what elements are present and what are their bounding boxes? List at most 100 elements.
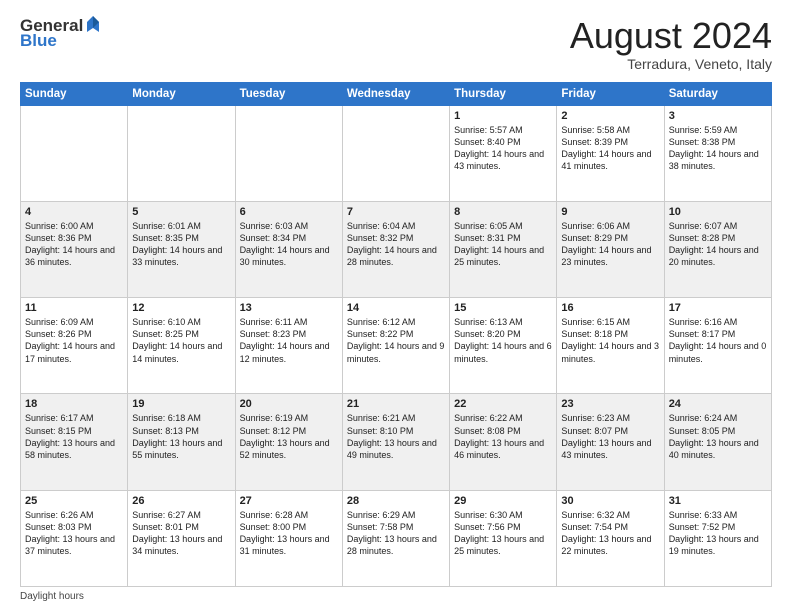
day-number: 25 [25, 495, 123, 507]
page: General Blue August 2024 Terradura, Vene… [0, 0, 792, 612]
day-of-week-header: Friday [557, 82, 664, 105]
logo-icon [85, 14, 101, 34]
day-info: Sunrise: 6:07 AM Sunset: 8:28 PM Dayligh… [669, 220, 767, 269]
calendar-cell: 4 Sunrise: 6:00 AM Sunset: 8:36 PM Daylig… [21, 201, 128, 297]
day-number: 3 [669, 110, 767, 122]
day-number: 10 [669, 206, 767, 218]
calendar-week-row: 4 Sunrise: 6:00 AM Sunset: 8:36 PM Daylig… [21, 201, 772, 297]
calendar-cell: 2Sunrise: 5:58 AM Sunset: 8:39 PM Daylig… [557, 105, 664, 201]
day-number: 1 [454, 110, 552, 122]
calendar-cell: 8Sunrise: 6:05 AM Sunset: 8:31 PM Daylig… [450, 201, 557, 297]
day-info: Sunrise: 6:27 AM Sunset: 8:01 PM Dayligh… [132, 509, 230, 558]
day-info: Sunrise: 6:28 AM Sunset: 8:00 PM Dayligh… [240, 509, 338, 558]
location: Terradura, Veneto, Italy [570, 56, 772, 72]
day-info: Sunrise: 6:19 AM Sunset: 8:12 PM Dayligh… [240, 412, 338, 461]
day-of-week-header: Thursday [450, 82, 557, 105]
day-info: Sunrise: 6:21 AM Sunset: 8:10 PM Dayligh… [347, 412, 445, 461]
day-number: 18 [25, 398, 123, 410]
day-info: Sunrise: 6:26 AM Sunset: 8:03 PM Dayligh… [25, 509, 123, 558]
day-info: Sunrise: 6:23 AM Sunset: 8:07 PM Dayligh… [561, 412, 659, 461]
day-info: Sunrise: 6:01 AM Sunset: 8:35 PM Dayligh… [132, 220, 230, 269]
day-number: 19 [132, 398, 230, 410]
day-number: 9 [561, 206, 659, 218]
day-info: Sunrise: 6:11 AM Sunset: 8:23 PM Dayligh… [240, 316, 338, 365]
daylight-label: Daylight hours [20, 591, 84, 602]
calendar-cell: 20 Sunrise: 6:19 AM Sunset: 8:12 PM Dayli… [235, 394, 342, 490]
day-of-week-header: Wednesday [342, 82, 449, 105]
day-info: Sunrise: 6:10 AM Sunset: 8:25 PM Dayligh… [132, 316, 230, 365]
calendar-cell: 1 Sunrise: 5:57 AM Sunset: 8:40 PM Daylig… [450, 105, 557, 201]
day-number: 8 [454, 206, 552, 218]
calendar-cell: 17 Sunrise: 6:16 AM Sunset: 8:17 PM Dayli… [664, 298, 771, 394]
day-number: 16 [561, 302, 659, 314]
day-info: Sunrise: 5:59 AM Sunset: 8:38 PM Dayligh… [669, 124, 767, 173]
day-info: Sunrise: 6:00 AM Sunset: 8:36 PM Dayligh… [25, 220, 123, 269]
day-number: 4 [25, 206, 123, 218]
calendar-table: SundayMondayTuesdayWednesdayThursdayFrid… [20, 82, 772, 587]
day-info: Sunrise: 6:18 AM Sunset: 8:13 PM Dayligh… [132, 412, 230, 461]
day-number: 24 [669, 398, 767, 410]
day-number: 27 [240, 495, 338, 507]
calendar-cell: 7Sunrise: 6:04 AM Sunset: 8:32 PM Daylig… [342, 201, 449, 297]
day-number: 21 [347, 398, 445, 410]
calendar-week-row: 11 Sunrise: 6:09 AM Sunset: 8:26 PM Dayli… [21, 298, 772, 394]
calendar-cell: 24Sunrise: 6:24 AM Sunset: 8:05 PM Dayli… [664, 394, 771, 490]
calendar-cell: 11 Sunrise: 6:09 AM Sunset: 8:26 PM Dayli… [21, 298, 128, 394]
calendar-cell [21, 105, 128, 201]
day-of-week-header: Monday [128, 82, 235, 105]
calendar-cell: 21 Sunrise: 6:21 AM Sunset: 8:10 PM Dayli… [342, 394, 449, 490]
calendar-cell: 22 Sunrise: 6:22 AM Sunset: 8:08 PM Dayli… [450, 394, 557, 490]
day-number: 20 [240, 398, 338, 410]
day-info: Sunrise: 6:30 AM Sunset: 7:56 PM Dayligh… [454, 509, 552, 558]
calendar-cell: 13 Sunrise: 6:11 AM Sunset: 8:23 PM Dayli… [235, 298, 342, 394]
calendar-cell: 26Sunrise: 6:27 AM Sunset: 8:01 PM Dayli… [128, 490, 235, 586]
day-info: Sunrise: 6:33 AM Sunset: 7:52 PM Dayligh… [669, 509, 767, 558]
day-number: 13 [240, 302, 338, 314]
calendar-cell [235, 105, 342, 201]
day-info: Sunrise: 6:13 AM Sunset: 8:20 PM Dayligh… [454, 316, 552, 365]
footer: Daylight hours [20, 591, 772, 602]
day-number: 11 [25, 302, 123, 314]
day-of-week-header: Tuesday [235, 82, 342, 105]
day-info: Sunrise: 6:16 AM Sunset: 8:17 PM Dayligh… [669, 316, 767, 365]
day-info: Sunrise: 6:12 AM Sunset: 8:22 PM Dayligh… [347, 316, 445, 365]
calendar-cell: 25 Sunrise: 6:26 AM Sunset: 8:03 PM Dayli… [21, 490, 128, 586]
logo: General Blue [20, 16, 101, 49]
day-info: Sunrise: 5:57 AM Sunset: 8:40 PM Dayligh… [454, 124, 552, 173]
header: General Blue August 2024 Terradura, Vene… [20, 16, 772, 72]
calendar-cell [342, 105, 449, 201]
calendar-cell: 12 Sunrise: 6:10 AM Sunset: 8:25 PM Dayli… [128, 298, 235, 394]
day-info: Sunrise: 6:22 AM Sunset: 8:08 PM Dayligh… [454, 412, 552, 461]
day-number: 6 [240, 206, 338, 218]
day-number: 23 [561, 398, 659, 410]
day-number: 14 [347, 302, 445, 314]
day-number: 12 [132, 302, 230, 314]
calendar-cell: 29Sunrise: 6:30 AM Sunset: 7:56 PM Dayli… [450, 490, 557, 586]
calendar-cell: 30 Sunrise: 6:32 AM Sunset: 7:54 PM Dayli… [557, 490, 664, 586]
month-year: August 2024 [570, 16, 772, 56]
calendar-cell: 9 Sunrise: 6:06 AM Sunset: 8:29 PM Daylig… [557, 201, 664, 297]
calendar-week-row: 1 Sunrise: 5:57 AM Sunset: 8:40 PM Daylig… [21, 105, 772, 201]
calendar-cell: 14 Sunrise: 6:12 AM Sunset: 8:22 PM Dayli… [342, 298, 449, 394]
calendar-cell: 19 Sunrise: 6:18 AM Sunset: 8:13 PM Dayli… [128, 394, 235, 490]
day-info: Sunrise: 6:32 AM Sunset: 7:54 PM Dayligh… [561, 509, 659, 558]
header-right: August 2024 Terradura, Veneto, Italy [570, 16, 772, 72]
calendar-week-row: 25 Sunrise: 6:26 AM Sunset: 8:03 PM Dayli… [21, 490, 772, 586]
calendar-cell: 16Sunrise: 6:15 AM Sunset: 8:18 PM Dayli… [557, 298, 664, 394]
day-number: 28 [347, 495, 445, 507]
day-number: 31 [669, 495, 767, 507]
day-number: 15 [454, 302, 552, 314]
day-info: Sunrise: 6:04 AM Sunset: 8:32 PM Dayligh… [347, 220, 445, 269]
calendar-cell [128, 105, 235, 201]
calendar-cell: 5Sunrise: 6:01 AM Sunset: 8:35 PM Daylig… [128, 201, 235, 297]
day-info: Sunrise: 6:06 AM Sunset: 8:29 PM Dayligh… [561, 220, 659, 269]
day-number: 22 [454, 398, 552, 410]
day-info: Sunrise: 6:09 AM Sunset: 8:26 PM Dayligh… [25, 316, 123, 365]
day-number: 30 [561, 495, 659, 507]
calendar-cell: 31 Sunrise: 6:33 AM Sunset: 7:52 PM Dayli… [664, 490, 771, 586]
day-of-week-header: Saturday [664, 82, 771, 105]
day-number: 17 [669, 302, 767, 314]
calendar-cell: 3 Sunrise: 5:59 AM Sunset: 8:38 PM Daylig… [664, 105, 771, 201]
calendar-cell: 10 Sunrise: 6:07 AM Sunset: 8:28 PM Dayli… [664, 201, 771, 297]
day-info: Sunrise: 6:03 AM Sunset: 8:34 PM Dayligh… [240, 220, 338, 269]
